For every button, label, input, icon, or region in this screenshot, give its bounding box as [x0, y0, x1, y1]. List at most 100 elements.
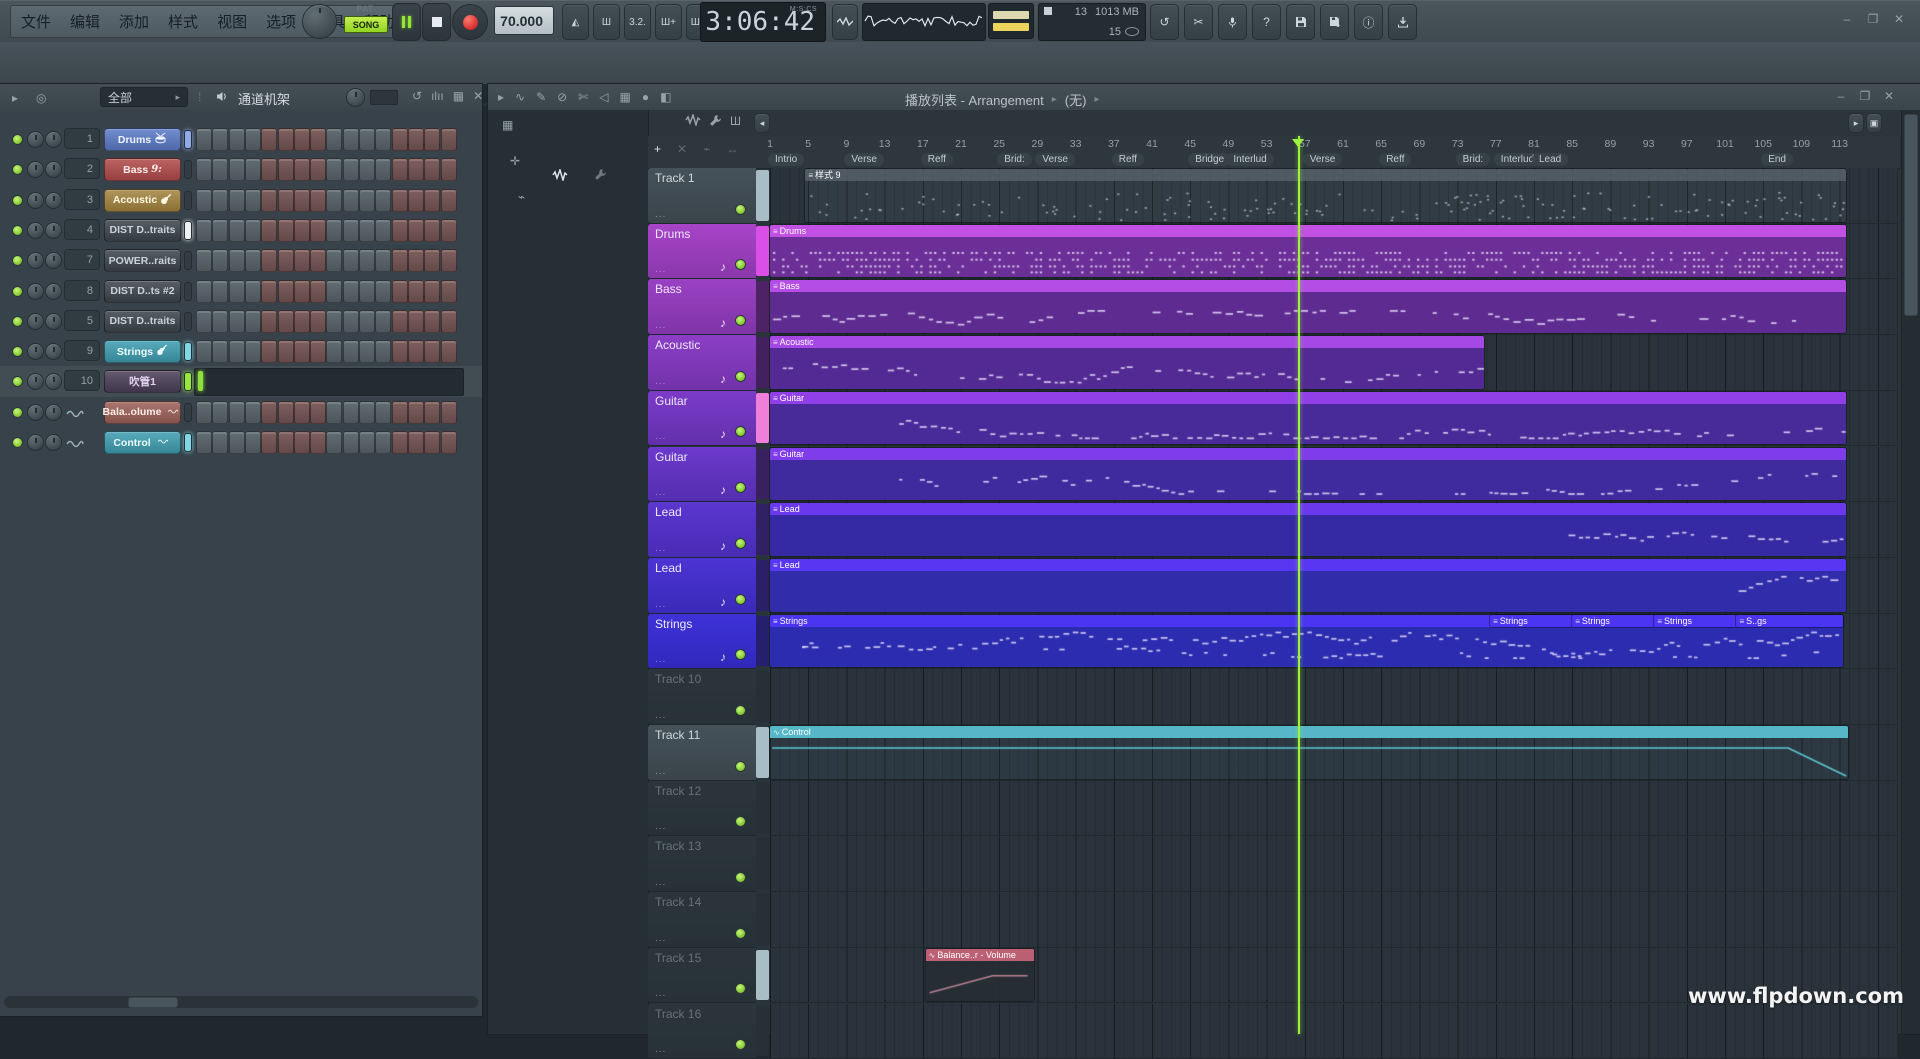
step-cell[interactable]: [196, 249, 212, 272]
clip-header[interactable]: ≡Bass: [770, 280, 1846, 292]
slide-tool-icon[interactable]: ∿: [515, 90, 525, 104]
playlist-grid-track-16[interactable]: [770, 1004, 1898, 1059]
track-options-dots[interactable]: ...: [655, 599, 666, 610]
zoom-fit-button[interactable]: ▣: [1866, 113, 1882, 133]
volume-knob[interactable]: [45, 252, 62, 269]
pan-knob[interactable]: [27, 161, 44, 178]
channel-button[interactable]: Control: [104, 431, 181, 454]
clip-lead[interactable]: ≡Lead: [770, 503, 1846, 556]
clip-header[interactable]: ∿Balance..r - Volume: [926, 949, 1034, 961]
step-cell[interactable]: [424, 158, 440, 181]
blend-recording-icon[interactable]: Ш+: [655, 4, 682, 40]
clip-s-gs[interactable]: ≡S..gs: [1736, 615, 1843, 627]
stop-button[interactable]: [422, 3, 451, 41]
note-icon[interactable]: ♪: [720, 595, 726, 609]
step-cell[interactable]: [310, 249, 326, 272]
step-cell[interactable]: [375, 401, 391, 424]
track-color-strip[interactable]: [756, 449, 769, 500]
step-cell[interactable]: [245, 158, 261, 181]
step-cell[interactable]: [245, 310, 261, 333]
step-cell[interactable]: [196, 310, 212, 333]
step-cell[interactable]: [326, 189, 342, 212]
step-cell[interactable]: [310, 128, 326, 151]
track-enable-led[interactable]: [735, 816, 746, 827]
rack-scrollbar-handle[interactable]: [128, 997, 178, 1008]
clip-header[interactable]: ≡Guitar: [770, 392, 1846, 404]
step-cell[interactable]: [343, 310, 359, 333]
save-icon[interactable]: [1286, 4, 1315, 40]
step-cell[interactable]: [294, 249, 310, 272]
step-cell[interactable]: [278, 189, 294, 212]
step-cell[interactable]: [261, 249, 277, 272]
playlist-grid-track-13[interactable]: [770, 836, 1898, 892]
timeline-marker[interactable]: Verse: [1303, 153, 1343, 166]
step-cell[interactable]: [408, 280, 424, 303]
step-cell[interactable]: [310, 310, 326, 333]
step-cell[interactable]: [229, 280, 245, 303]
step-cell[interactable]: [408, 340, 424, 363]
step-cell[interactable]: [424, 219, 440, 242]
step-cell[interactable]: [408, 310, 424, 333]
volume-knob[interactable]: [45, 222, 62, 239]
step-cell[interactable]: [424, 249, 440, 272]
step-cell[interactable]: [326, 219, 342, 242]
step-cell[interactable]: [261, 128, 277, 151]
step-cell[interactable]: [392, 401, 408, 424]
volume-knob[interactable]: [45, 404, 62, 421]
menu-item-3[interactable]: 样式: [168, 11, 198, 32]
track-header-bass[interactable]: Bass...♪: [648, 279, 756, 335]
scroll-left-button[interactable]: ◂: [754, 113, 770, 133]
channel-enable-led[interactable]: [12, 346, 23, 357]
pan-knob[interactable]: [27, 131, 44, 148]
step-cell[interactable]: [212, 128, 228, 151]
step-cell[interactable]: [408, 128, 424, 151]
channel-button[interactable]: Bala..olume: [104, 401, 181, 424]
track-enable-led[interactable]: [735, 1039, 746, 1050]
undo-icon[interactable]: ↺: [412, 89, 422, 103]
track-color-strip[interactable]: [756, 393, 769, 444]
clip-header[interactable]: ≡样式 9: [805, 169, 1846, 181]
track-options-dots[interactable]: ...: [655, 710, 666, 721]
step-cell[interactable]: [245, 249, 261, 272]
track-color-strip[interactable]: [756, 950, 769, 1001]
undo-icon[interactable]: ↺: [1150, 4, 1179, 40]
clip-drums[interactable]: ≡Drums: [770, 225, 1846, 278]
track-color-strip[interactable]: [756, 838, 769, 889]
channel-enable-led[interactable]: [12, 195, 23, 206]
track-color-strip[interactable]: [756, 783, 769, 834]
swing-knob[interactable]: [346, 88, 365, 107]
channel-enable-led[interactable]: [12, 255, 23, 266]
step-cell[interactable]: [212, 249, 228, 272]
track-color-strip[interactable]: [756, 727, 769, 778]
channel-number[interactable]: 5: [64, 310, 100, 331]
playlist-grid-track-12[interactable]: [770, 781, 1898, 837]
step-cell[interactable]: [245, 219, 261, 242]
step-cell[interactable]: [359, 401, 375, 424]
track-options-dots[interactable]: ...: [655, 209, 666, 220]
volume-knob[interactable]: [45, 313, 62, 330]
step-cell[interactable]: [229, 249, 245, 272]
track-options-dots[interactable]: ...: [655, 766, 666, 777]
step-cell[interactable]: [278, 401, 294, 424]
track-header-guitar[interactable]: Guitar...♪: [648, 447, 756, 503]
menu-item-5[interactable]: 选项: [266, 11, 296, 32]
step-cell[interactable]: [261, 431, 277, 454]
volume-knob[interactable]: [45, 373, 62, 390]
step-cell[interactable]: [229, 219, 245, 242]
step-cell[interactable]: [408, 401, 424, 424]
channel-button[interactable]: 吹管1: [104, 370, 181, 393]
track-options-dots[interactable]: ...: [655, 988, 666, 999]
stretch-icon[interactable]: ↔: [726, 142, 738, 156]
vertical-scrollbar-handle[interactable]: [1904, 114, 1918, 316]
step-cell[interactable]: [294, 340, 310, 363]
step-cell[interactable]: [441, 401, 457, 424]
step-cell[interactable]: [245, 401, 261, 424]
picker-keys-icon[interactable]: ▦: [502, 118, 513, 132]
step-cell[interactable]: [359, 249, 375, 272]
clip-control[interactable]: ∿Control: [770, 726, 1848, 779]
menu-item-1[interactable]: 编辑: [70, 11, 100, 32]
rack-collapse-icon[interactable]: ▸: [12, 91, 18, 105]
volume-knob[interactable]: [45, 343, 62, 360]
step-cell[interactable]: [424, 128, 440, 151]
timeline-marker[interactable]: Verse: [1035, 153, 1075, 166]
